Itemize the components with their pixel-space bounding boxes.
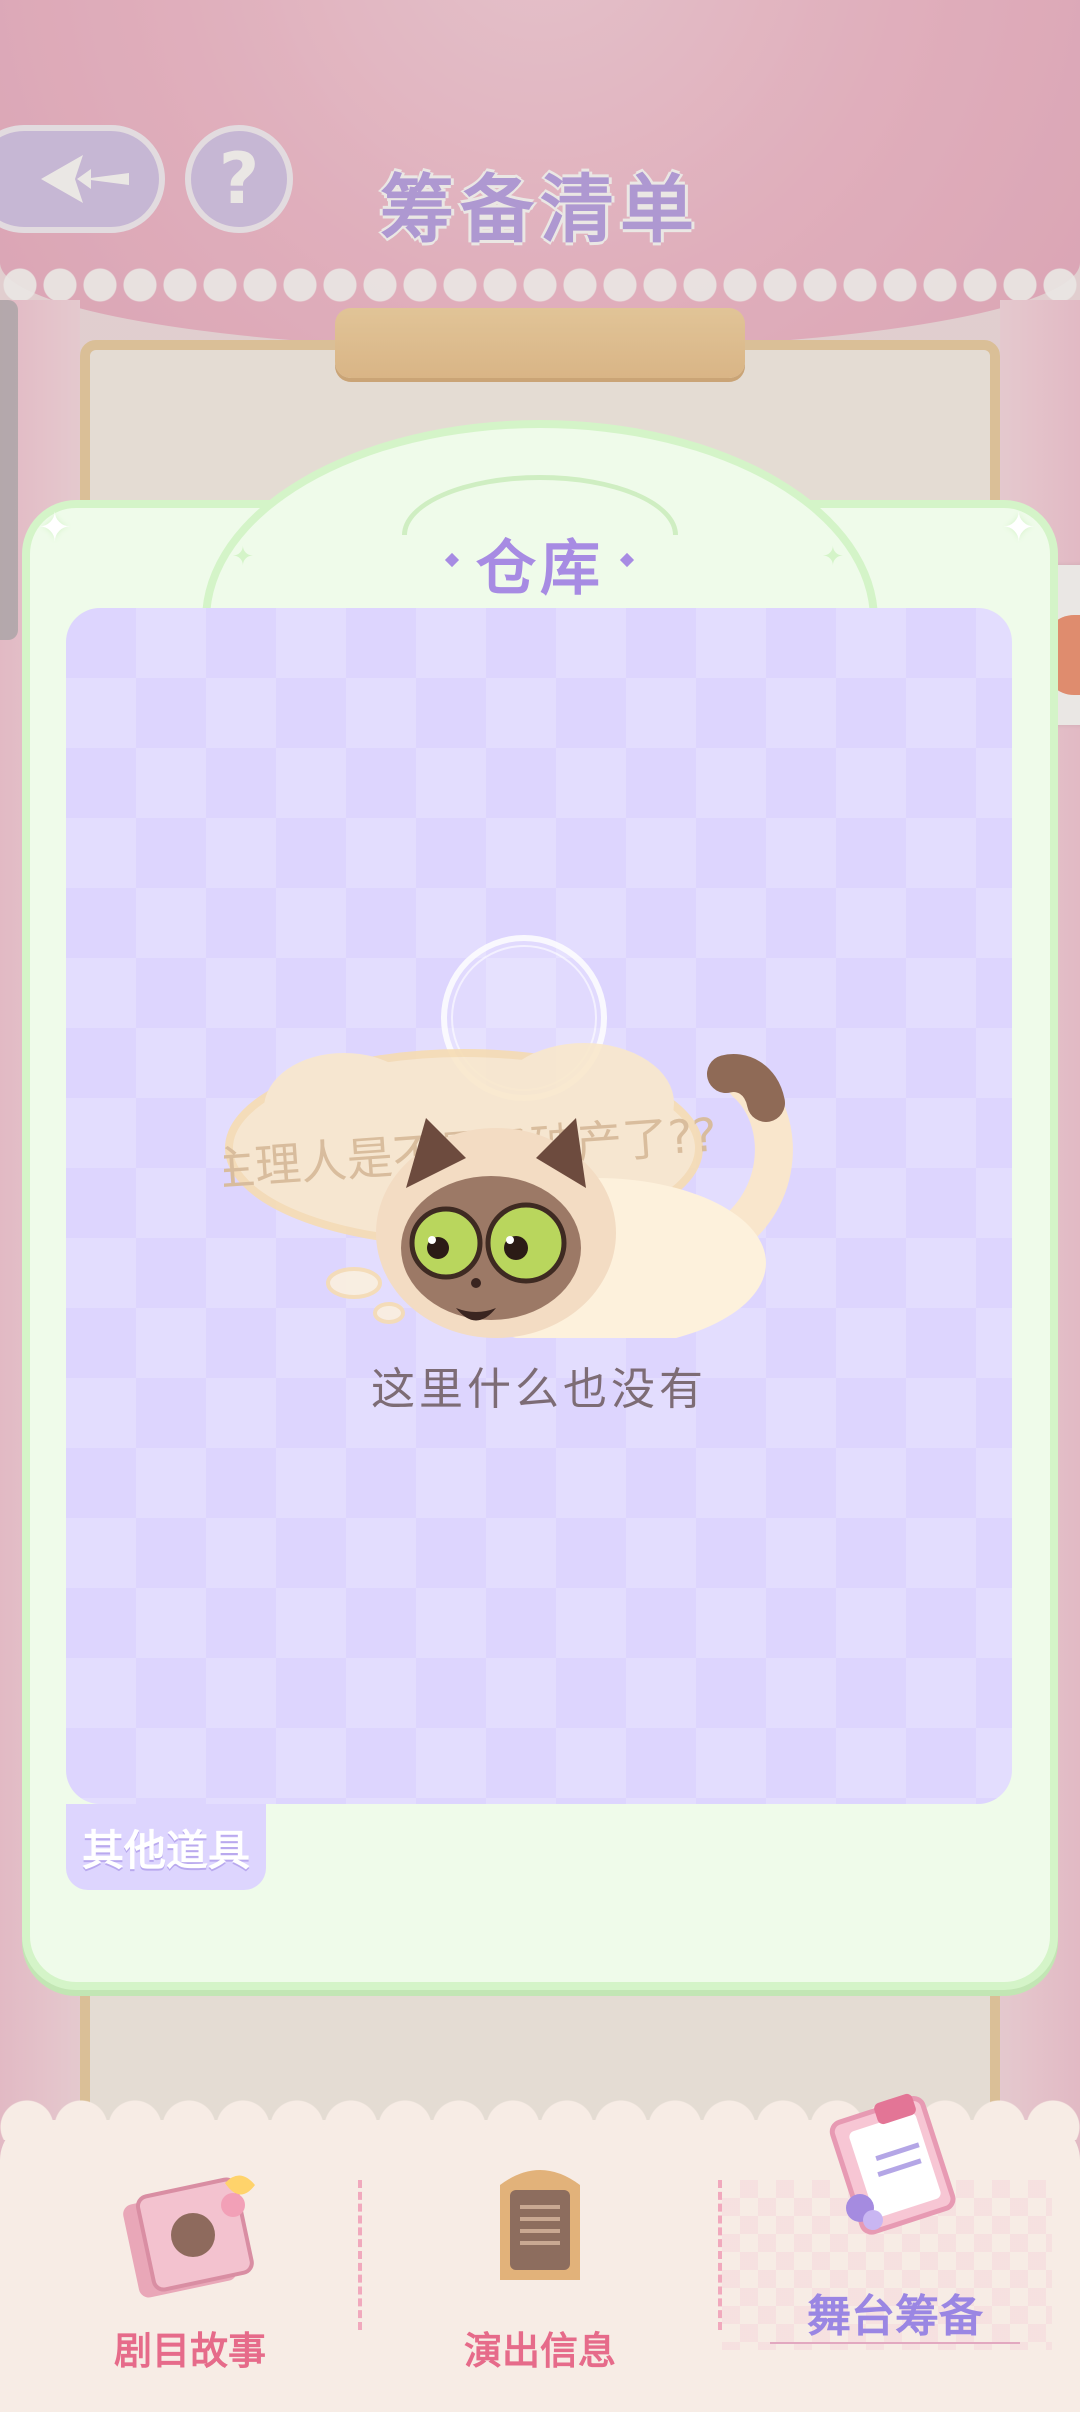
storybook-icon	[123, 2175, 255, 2298]
poster-board-icon	[500, 2170, 580, 2280]
sparkle-icon: ✦	[1002, 505, 1036, 551]
nav-item-performance[interactable]: 演出信息	[420, 2120, 660, 2412]
clipboard-icon	[829, 2093, 956, 2235]
sparkle-icon: ✦	[822, 542, 844, 572]
warehouse-panel: ✦ ✦ ✦ ✦ 仓库 主理人是不是又破产了??	[22, 420, 1058, 2000]
nav-divider	[358, 2180, 362, 2330]
cat-icon	[376, 1054, 793, 1338]
active-tab-underline	[770, 2342, 1020, 2344]
warehouse-title: 仓库	[476, 534, 604, 604]
warehouse-item-area: 主理人是不是又破产了?? 这里什么也	[66, 608, 1012, 1804]
sparkle-icon: ✦	[232, 542, 254, 572]
nav-item-story-label: 剧目故事	[113, 2329, 266, 2373]
tab-other-items[interactable]: 其他道具	[66, 1804, 266, 1890]
nav-item-performance-label: 演出信息	[463, 2329, 616, 2373]
empty-state-message: 这里什么也没有	[371, 1364, 707, 1415]
nav-item-stage-prep[interactable]: 舞台筹备	[770, 2093, 1020, 2412]
bottom-nav: 剧目故事 演出信息 舞台筹备	[0, 2093, 1080, 2412]
nav-item-story[interactable]: 剧目故事	[70, 2120, 310, 2412]
nav-item-stage-prep-label: 舞台筹备	[807, 2291, 983, 2342]
sparkle-icon: ✦	[38, 505, 72, 551]
